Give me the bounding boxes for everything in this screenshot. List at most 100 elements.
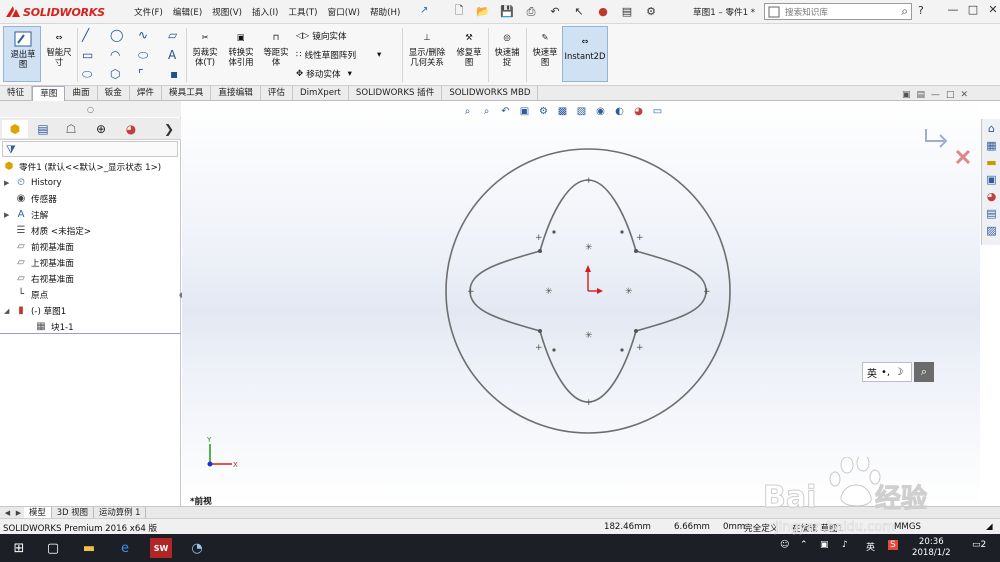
forum-icon[interactable]: ▨ bbox=[984, 223, 999, 238]
tree-item-sensors[interactable]: ◉ 传感器 bbox=[14, 191, 57, 206]
search-input[interactable]: 搜索知识库 bbox=[785, 6, 901, 18]
mirror-entities-button[interactable]: ◁▷ 镜向实体 bbox=[296, 30, 347, 42]
tab-direct-editing[interactable]: 直接编辑 bbox=[211, 86, 261, 101]
circle-icon[interactable]: ◯ bbox=[110, 28, 123, 42]
exit-sketch-button[interactable]: 退出草 图 bbox=[3, 26, 41, 82]
tab-scroll-left-icon[interactable]: ◀ bbox=[2, 507, 13, 518]
tree-item-block[interactable]: ▦ 块1-1 bbox=[34, 319, 73, 334]
edit-appearance-icon[interactable]: ◐ bbox=[611, 104, 628, 119]
ime-lang[interactable]: 英 bbox=[867, 365, 877, 380]
options-gear-icon[interactable]: ⚙ bbox=[640, 3, 662, 20]
menu-help[interactable]: 帮助(H) bbox=[370, 6, 400, 18]
tab-evaluate[interactable]: 评估 bbox=[261, 86, 293, 101]
new-file-icon[interactable]: 🗋 bbox=[448, 3, 470, 20]
menu-view[interactable]: 视图(V) bbox=[212, 6, 242, 18]
linear-pattern-button[interactable]: ∷ 线性草图阵列 ▾ bbox=[296, 49, 381, 61]
previous-view-icon[interactable]: ↶ bbox=[497, 104, 514, 119]
close-icon[interactable]: ✕ bbox=[986, 3, 1000, 16]
text-icon[interactable]: A bbox=[168, 48, 176, 62]
viewport-minimize-icon[interactable]: — bbox=[931, 90, 940, 100]
property-manager-icon[interactable]: ▤ bbox=[30, 120, 56, 138]
feature-manager-icon[interactable]: ⬢ bbox=[2, 120, 28, 138]
hide-show-items-icon[interactable]: ◉ bbox=[592, 104, 609, 119]
tray-people-icon[interactable]: ☺ bbox=[780, 540, 789, 550]
sketch-canvas[interactable]: ✳ ✳ ✳ ✳ + + + + + + + + Y X bbox=[182, 101, 980, 506]
menu-window[interactable]: 窗口(W) bbox=[328, 6, 360, 18]
task-view-icon[interactable]: ▢ bbox=[42, 538, 64, 558]
confirmation-corner[interactable] bbox=[925, 129, 971, 165]
help-button[interactable]: ? bbox=[918, 4, 924, 17]
knowledge-search[interactable]: 搜索知识库 ⌕ bbox=[764, 3, 912, 20]
solidworks-taskbar-icon[interactable]: SW bbox=[150, 538, 172, 558]
dimxpert-manager-icon[interactable]: ⊕ bbox=[88, 120, 114, 138]
configuration-manager-icon[interactable]: ☖ bbox=[58, 120, 84, 138]
file-explorer-icon[interactable]: ▬ bbox=[984, 155, 999, 170]
tree-item-history[interactable]: ▶ ⏲ History bbox=[4, 175, 62, 190]
notification-icon[interactable]: ▭2 bbox=[972, 540, 986, 550]
tree-item-right-plane[interactable]: ▱ 右视基准面 bbox=[14, 271, 74, 286]
point-icon[interactable]: ▪ bbox=[170, 67, 178, 81]
minimize-icon[interactable]: — bbox=[946, 3, 960, 16]
accept-sketch-icon[interactable] bbox=[925, 129, 948, 148]
appearances-icon[interactable]: ◕ bbox=[984, 189, 999, 204]
ellipse-icon[interactable]: ⬭ bbox=[138, 48, 148, 62]
section-view-icon[interactable]: ▣ bbox=[516, 104, 533, 119]
tray-ime-lang[interactable]: 英 bbox=[866, 540, 875, 553]
tray-network-icon[interactable]: ▣ bbox=[820, 540, 829, 550]
custom-properties-icon[interactable]: ▤ bbox=[984, 206, 999, 221]
tree-item-front-plane[interactable]: ▱ 前视基准面 bbox=[14, 239, 74, 254]
restore-icon[interactable]: □ bbox=[966, 3, 980, 16]
graphics-area[interactable]: ✳ ✳ ✳ ✳ + + + + + + + + Y X bbox=[182, 101, 980, 506]
ime-toolbar[interactable]: 英 •, ☽ bbox=[862, 362, 912, 382]
convert-entities-button[interactable]: ▣ 转换实 体引用 bbox=[224, 27, 258, 67]
repair-sketch-button[interactable]: ⚒ 修复草 图 bbox=[452, 27, 486, 67]
line-icon[interactable]: ╱ bbox=[82, 28, 89, 42]
paint-icon[interactable]: ◔ bbox=[186, 538, 208, 558]
tab-dimxpert[interactable]: DimXpert bbox=[293, 86, 349, 101]
home-icon[interactable]: ⌂ bbox=[984, 121, 999, 136]
print-icon[interactable]: ⎙ bbox=[520, 3, 542, 20]
instant2d-button[interactable]: ⇔ Instant2D bbox=[562, 26, 608, 82]
tray-sogou-icon[interactable]: S bbox=[888, 540, 898, 550]
trim-entities-button[interactable]: ✂ 剪裁实 体(T) bbox=[188, 27, 222, 67]
spline-icon[interactable]: ∿ bbox=[138, 28, 148, 42]
cancel-sketch-icon[interactable] bbox=[955, 149, 971, 165]
tree-item-origin[interactable]: └ 原点 bbox=[14, 287, 48, 302]
zoom-to-fit-icon[interactable]: ⌕ bbox=[459, 104, 476, 119]
design-library-icon[interactable]: ▦ bbox=[984, 138, 999, 153]
tab-mbd[interactable]: SOLIDWORKS MBD bbox=[442, 86, 539, 101]
view-settings-icon[interactable]: ▭ bbox=[649, 104, 666, 119]
punctuation-icon[interactable]: •, bbox=[881, 367, 890, 378]
apply-scene-icon[interactable]: ◕ bbox=[630, 104, 647, 119]
rapid-sketch-button[interactable]: ✎ 快速草 图 bbox=[528, 27, 562, 67]
save-icon[interactable]: 💾 bbox=[496, 3, 518, 20]
tab-addins[interactable]: SOLIDWORKS 插件 bbox=[349, 86, 443, 101]
select-icon[interactable]: ↖ bbox=[568, 3, 590, 20]
tray-chevron-icon[interactable]: ⌃ bbox=[800, 540, 808, 550]
view-palette-icon[interactable]: ▣ bbox=[984, 172, 999, 187]
chevron-down-icon[interactable]: ▾ bbox=[348, 69, 352, 79]
pin-icon[interactable]: ↗ bbox=[420, 5, 428, 16]
search-icon[interactable]: ⌕ bbox=[901, 4, 908, 19]
windows-start-icon[interactable]: ⊞ bbox=[8, 538, 30, 558]
panel-grip[interactable]: ○ bbox=[0, 101, 181, 117]
quick-snaps-button[interactable]: ◎ 快速捕 捉 bbox=[490, 27, 524, 67]
rebuild-icon[interactable]: ● bbox=[592, 3, 614, 20]
open-file-icon[interactable]: 📂 bbox=[472, 3, 494, 20]
solidworks-logo[interactable]: SOLIDWORKS bbox=[4, 4, 105, 20]
display-style-icon[interactable]: ▧ bbox=[573, 104, 590, 119]
viewport-tile-icon[interactable]: ▤ bbox=[917, 90, 926, 100]
tree-item-material[interactable]: ☰ 材质 <未指定> bbox=[14, 223, 92, 238]
tab-mold-tools[interactable]: 模具工具 bbox=[162, 86, 212, 101]
viewport-split-icon[interactable]: ▣ bbox=[902, 90, 911, 100]
arc-icon[interactable]: ◠ bbox=[110, 48, 120, 62]
rectangle-icon[interactable]: ▭ bbox=[82, 48, 93, 62]
tree-filter[interactable]: ⧩ bbox=[2, 141, 178, 157]
chevron-down-icon[interactable]: ▾ bbox=[377, 50, 381, 60]
tab-sheet-metal[interactable]: 钣金 bbox=[98, 86, 130, 101]
menu-insert[interactable]: 插入(I) bbox=[252, 6, 278, 18]
viewport-close-icon[interactable]: ✕ bbox=[961, 90, 969, 100]
move-entities-button[interactable]: ✥ 移动实体 ▾ bbox=[296, 68, 352, 80]
smart-dimension-button[interactable]: ⇔ 智能尺 寸 bbox=[43, 27, 75, 67]
viewport-restore-icon[interactable]: □ bbox=[946, 90, 955, 100]
